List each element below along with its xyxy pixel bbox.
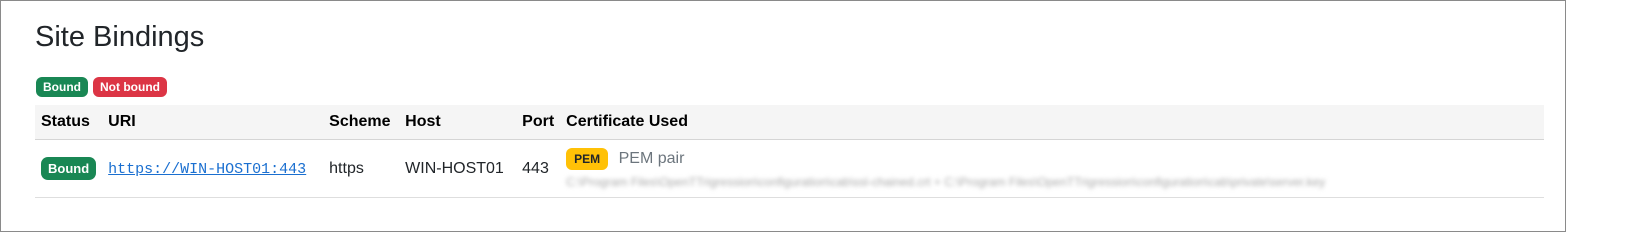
status-badge: Bound — [41, 157, 97, 180]
table-header-row: Status URI Scheme Host Port Certificate … — [35, 105, 1544, 140]
column-header-port: Port — [516, 105, 561, 140]
column-header-host: Host — [399, 105, 517, 140]
legend-not-bound-badge: Not bound — [93, 77, 167, 97]
certificate-cell: PEM PEM pair C:\Program Files\OpenTTrigr… — [560, 139, 1544, 198]
legend-bound-badge: Bound — [36, 77, 88, 97]
pem-badge: PEM — [566, 148, 609, 171]
status-legend: Bound Not bound — [36, 77, 167, 97]
bindings-table: Status URI Scheme Host Port Certificate … — [35, 105, 1544, 198]
column-header-status: Status — [35, 105, 103, 140]
column-header-uri: URI — [102, 105, 324, 140]
column-header-certificate: Certificate Used — [560, 105, 1544, 140]
table-row: Bound https://WIN-HOST01:443 https WIN-H… — [35, 139, 1544, 198]
page-title: Site Bindings — [35, 21, 205, 53]
site-bindings-panel: Site Bindings Bound Not bound Status URI… — [0, 0, 1566, 232]
certificate-path: C:\Program Files\OpenTTrigression\config… — [566, 174, 1326, 189]
scheme-cell: https — [323, 139, 400, 198]
host-cell: WIN-HOST01 — [399, 139, 517, 198]
port-cell: 443 — [516, 139, 561, 198]
column-header-scheme: Scheme — [323, 105, 400, 140]
uri-cell: https://WIN-HOST01:443 — [102, 139, 324, 198]
status-cell: Bound — [35, 139, 103, 198]
certificate-label: PEM pair — [618, 150, 685, 168]
uri-link[interactable]: https://WIN-HOST01:443 — [108, 161, 306, 178]
